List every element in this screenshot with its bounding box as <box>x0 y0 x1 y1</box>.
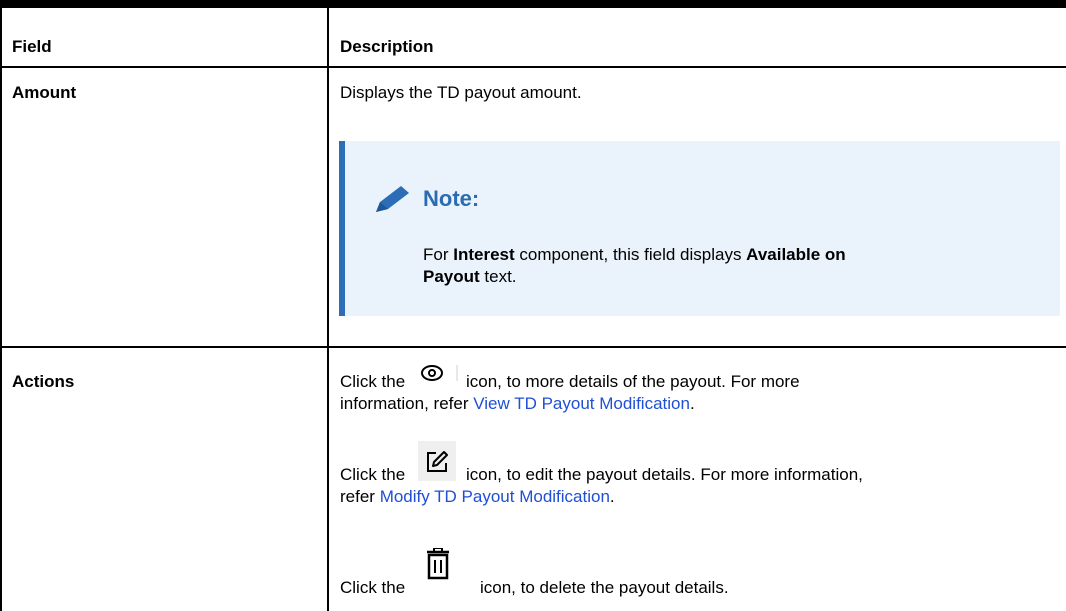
row-description-amount: Displays the TD payout amount. <box>340 83 582 102</box>
view-text: information, refer <box>340 394 474 413</box>
note-bold-payout: Payout <box>423 267 480 286</box>
table-header-divider <box>0 66 1066 68</box>
edit-text-line-2: refer Modify TD Payout Modification. <box>340 486 615 507</box>
edit-icon[interactable] <box>425 450 449 474</box>
row-field-amount: Amount <box>12 83 77 102</box>
pencil-icon <box>376 186 409 212</box>
column-header-field: Field <box>12 37 52 56</box>
note-title: Note: <box>423 186 480 211</box>
note-bold-available: Available on <box>746 245 846 264</box>
note-accent-bar <box>339 141 345 316</box>
view-text-post: icon, to more details of the payout. For… <box>466 372 800 391</box>
modify-td-payout-modification-link[interactable]: Modify TD Payout Modification <box>380 487 610 506</box>
view-text: . <box>689 394 695 413</box>
note-text: For <box>423 245 454 264</box>
note-text: text. <box>479 267 517 286</box>
table-top-border <box>0 0 1066 8</box>
table-row-divider <box>0 346 1066 348</box>
table-border-left <box>0 8 2 611</box>
view-td-payout-modification-link[interactable]: View TD Payout Modification <box>473 394 690 413</box>
edit-text: refer <box>340 487 380 506</box>
column-header-description: Description <box>340 37 434 56</box>
edit-text-pre: Click the <box>340 465 406 484</box>
edit-text: . <box>609 487 615 506</box>
delete-text-post: icon, to delete the payout details. <box>480 578 729 597</box>
delete-text-pre: Click the <box>340 578 406 597</box>
row-field-actions: Actions <box>12 372 75 391</box>
note-callout <box>339 141 1060 316</box>
trash-icon[interactable] <box>425 548 451 580</box>
table-column-divider <box>327 8 329 611</box>
view-text-pre: Click the <box>340 372 406 391</box>
edit-text-post: icon, to edit the payout details. For mo… <box>466 465 863 484</box>
note-text: component, this field displays <box>514 245 747 264</box>
note-text-line-1: For Interest component, this field displ… <box>423 244 846 265</box>
eye-icon[interactable] <box>414 361 462 383</box>
note-text-line-2: Payout text. <box>423 266 517 287</box>
note-bold-interest: Interest <box>453 245 515 264</box>
view-text-line-2: information, refer View TD Payout Modifi… <box>340 393 695 414</box>
